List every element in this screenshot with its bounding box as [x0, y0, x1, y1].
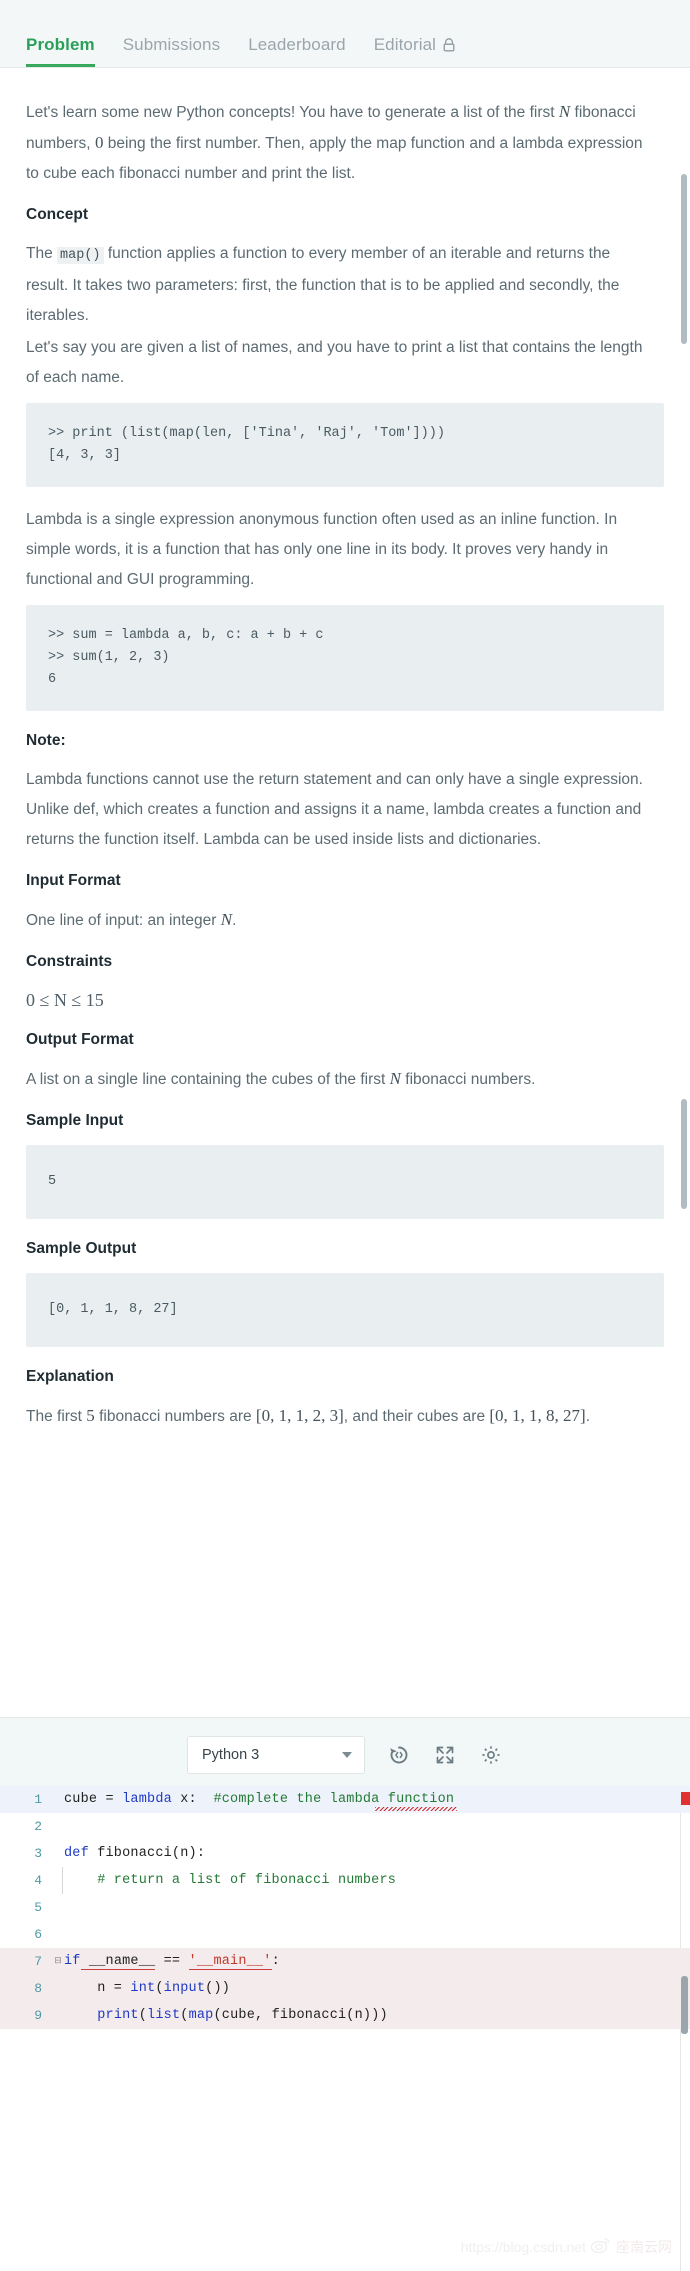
explanation-count: 5 [86, 1406, 95, 1425]
weibo-icon [590, 2236, 612, 2257]
code-line[interactable]: 9 print(list(map(cube, fibonacci(n))) [0, 2002, 690, 2029]
concept-paragraph-2: Let's say you are given a list of names,… [26, 339, 643, 386]
code-lines-container[interactable]: 1 cube = lambda x: #complete the lambda f… [0, 1786, 690, 2029]
code-line-text: n = int(input()) [64, 1981, 231, 1996]
error-marker [681, 1792, 690, 1805]
concept-heading: Concept [26, 206, 88, 223]
tab-submissions-label: Submissions [122, 35, 221, 54]
intro-text-1: Let's learn some new Python concepts! Yo… [26, 104, 555, 121]
lambda-example-code-block: >> sum = lambda a, b, c: a + b + c >> su… [26, 605, 664, 711]
output-format-text-a: A list on a single line containing the c… [26, 1071, 386, 1088]
code-line-text: print(list(map(cube, fibonacci(n))) [97, 2008, 388, 2023]
code-line-text: if __name__ == '__main__': [64, 1954, 280, 1970]
tab-leaderboard-label: Leaderboard [248, 35, 346, 54]
output-format-paragraph: A list on a single line containing the c… [26, 1064, 646, 1095]
input-format-paragraph: One line of input: an integer N. [26, 905, 646, 936]
code-editor-panel: Python 3 1 cube = lambda x: #complete th… [0, 1717, 690, 2271]
gear-icon[interactable] [479, 1743, 503, 1767]
lambda-paragraph: Lambda is a single expression anonymous … [26, 511, 618, 588]
explanation-list-fib: [0, 1, 1, 2, 3] [255, 1406, 344, 1425]
intro-var-n: N [558, 102, 571, 121]
hackerrank-problem-page: Problem Submissions Leaderboard Editoria… [0, 0, 690, 2271]
note-heading: Note: [26, 732, 66, 749]
editor-scrollbar-thumb[interactable] [681, 1976, 688, 2034]
line-number: 3 [34, 1846, 42, 1861]
sample-output-heading: Sample Output [26, 1240, 137, 1257]
constraints-expression: 0 ≤ N ≤ 15 [26, 990, 104, 1010]
input-format-text-b: . [232, 912, 237, 929]
output-format-var: N [389, 1069, 401, 1088]
note-paragraph: Lambda functions cannot use the return s… [26, 771, 643, 848]
code-line[interactable]: 6 [0, 1921, 690, 1948]
explanation-paragraph: The first 5 fibonacci numbers are [0, 1,… [26, 1401, 646, 1432]
intro-paragraph: Let's learn some new Python concepts! Yo… [26, 97, 646, 189]
constraints-heading: Constraints [26, 953, 113, 970]
input-format-heading: Input Format [26, 872, 121, 889]
tab-submissions[interactable]: Submissions [123, 35, 220, 67]
code-line[interactable]: 7 ⊟ if __name__ == '__main__': [0, 1948, 690, 1975]
restore-code-icon[interactable] [387, 1743, 411, 1767]
output-format-heading: Output Format [26, 1031, 134, 1048]
code-line[interactable]: 5 [0, 1894, 690, 1921]
input-format-text-a: One line of input: an integer [26, 912, 217, 929]
explanation-list-cubes: [0, 1, 1, 8, 27] [489, 1406, 586, 1425]
fold-toggle-icon[interactable]: ⊟ [52, 1948, 64, 1975]
watermark-url: https://blog.csdn.net [460, 2238, 586, 2255]
line-number: 8 [34, 1981, 42, 1996]
fullscreen-icon[interactable] [433, 1743, 457, 1767]
sample-input-heading: Sample Input [26, 1112, 124, 1129]
intro-zero: 0 [94, 133, 104, 152]
code-line[interactable]: 3 def fibonacci(n): [0, 1840, 690, 1867]
line-number: 6 [34, 1927, 42, 1942]
editor-toolbar: Python 3 [0, 1718, 690, 1786]
line-number: 7 [34, 1954, 42, 1969]
line-number: 5 [34, 1900, 42, 1915]
explanation-text-b: fibonacci numbers are [99, 1408, 252, 1425]
code-line-text: # return a list of fibonacci numbers [64, 1873, 397, 1888]
concept-paragraph-1: The map() function applies a function to… [26, 239, 646, 331]
line-number: 2 [34, 1819, 42, 1834]
map-example-code-block: >> print (list(map(len, ['Tina', 'Raj', … [26, 403, 664, 487]
map-inline-code: map() [57, 247, 104, 264]
error-squiggle [375, 1807, 457, 1811]
indent-guide [62, 1867, 63, 1894]
lock-icon [442, 37, 456, 53]
line-number: 9 [34, 2008, 42, 2023]
explanation-heading: Explanation [26, 1368, 114, 1385]
code-line-text: cube = lambda x: #complete the lambda fu… [64, 1792, 455, 1807]
code-line[interactable]: 1 cube = lambda x: #complete the lambda f… [0, 1786, 690, 1813]
code-line[interactable]: 4 # return a list of fibonacci numbers [0, 1867, 690, 1894]
line-number: 4 [34, 1873, 42, 1888]
tab-editorial[interactable]: Editorial [374, 35, 456, 67]
chevron-down-icon [342, 1752, 352, 1758]
concept-text-b: function applies a function to every mem… [26, 245, 620, 324]
problem-scrollbar-thumb-lower[interactable] [681, 1099, 687, 1209]
sample-output-code-block: [0, 1, 1, 8, 27] [26, 1273, 664, 1347]
tab-leaderboard[interactable]: Leaderboard [248, 35, 346, 67]
tab-problem-label: Problem [26, 35, 95, 54]
sample-input-code-block: 5 [26, 1145, 664, 1219]
input-format-var: N [220, 910, 233, 929]
explanation-text-d: . [585, 1408, 591, 1425]
tab-editorial-label: Editorial [373, 35, 437, 54]
language-select-value: Python 3 [202, 1747, 260, 1763]
explanation-text-a: The first [26, 1408, 82, 1425]
problem-scrollbar-thumb-upper[interactable] [681, 174, 687, 344]
explanation-text-c: , and their cubes are [343, 1408, 486, 1425]
intro-text-3: being the first number. Then, apply the … [26, 135, 643, 182]
code-editor-textarea[interactable]: 1 cube = lambda x: #complete the lambda f… [0, 1786, 690, 2271]
problem-statement-panel: Let's learn some new Python concepts! Yo… [0, 69, 690, 1717]
problem-tab-bar: Problem Submissions Leaderboard Editoria… [0, 0, 690, 68]
line-number: 1 [34, 1792, 42, 1807]
code-line[interactable]: 2 [0, 1813, 690, 1840]
code-line[interactable]: 8 n = int(input()) [0, 1975, 690, 2002]
tab-problem[interactable]: Problem [26, 35, 95, 67]
language-select[interactable]: Python 3 [187, 1736, 365, 1774]
watermark-cn-text: 座南云网 [616, 2239, 672, 2256]
watermark: https://blog.csdn.net 座南云网 [461, 2236, 672, 2257]
output-format-text-b: fibonacci numbers. [405, 1071, 536, 1088]
code-line-text: def fibonacci(n): [64, 1846, 206, 1861]
concept-text-a: The [26, 245, 53, 262]
